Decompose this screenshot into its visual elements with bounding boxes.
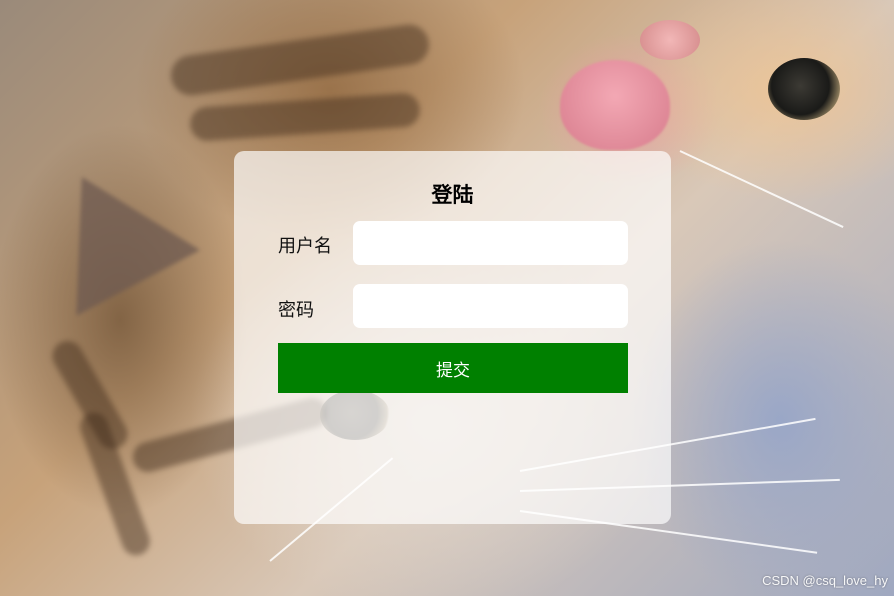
fur-stripe [168, 22, 432, 98]
whisker [679, 150, 844, 228]
login-title: 登陆 [431, 183, 474, 207]
csdn-watermark: CSDN @csq_love_hy [762, 573, 888, 588]
kitten-nose [640, 20, 700, 60]
username-label: 用户名 [278, 236, 332, 257]
fur-stripe [189, 92, 421, 142]
kitten-ear [20, 144, 200, 316]
kitten-eye [768, 58, 840, 120]
kitten-tongue [560, 60, 670, 150]
submit-button[interactable]: 提交 [278, 343, 628, 393]
password-label: 密码 [278, 300, 314, 321]
username-input[interactable] [353, 221, 628, 265]
password-input[interactable] [353, 284, 628, 328]
login-panel: 登陆 用户名 密码 提交 [234, 151, 671, 524]
